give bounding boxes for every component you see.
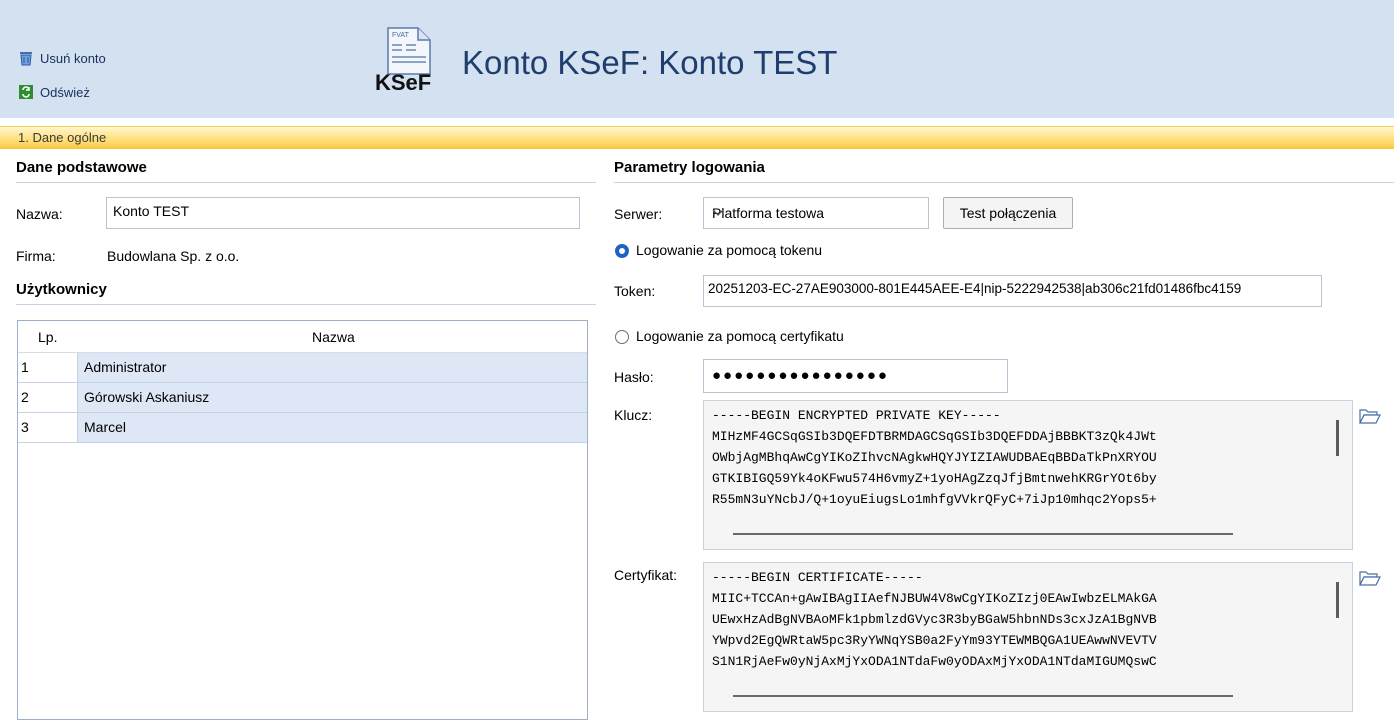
certificate-horizontal-scrollbar[interactable] [733,695,1233,697]
row-lp: 2 [18,383,78,412]
users-divider [16,304,596,305]
name-field[interactable]: Konto TEST [106,197,580,229]
row-name: Administrator [84,359,167,375]
password-field[interactable]: ●●●●●●●●●●●●●●●● [703,359,1008,393]
certificate-login-label[interactable]: Logowanie za pomocą certyfikatu [636,328,844,344]
open-folder-icon[interactable] [1359,406,1381,426]
server-label: Serwer: [614,206,663,222]
token-label: Token: [614,283,656,299]
login-params-heading: Parametry logowania [614,159,765,176]
row-lp: 3 [18,413,78,442]
company-value: Budowlana Sp. z o.o. [107,248,240,264]
test-connection-button[interactable]: Test połączenia [943,197,1073,229]
table-row[interactable]: 1 Administrator [18,353,587,383]
basic-data-heading: Dane podstawowe [16,159,147,176]
ksef-document-icon: FVAT KSeF [374,26,446,95]
header-bar: Usuń konto Odśwież FVAT KSeF Konto KSeF:… [0,0,1394,118]
delete-account-button[interactable]: Usuń konto [18,50,106,66]
company-label: Firma: [16,248,56,264]
column-lp[interactable]: Lp. [38,329,57,345]
certificate-text: -----BEGIN CERTIFICATE----- MIIC+TCCAn+g… [712,570,1157,669]
row-name: Górowski Askaniusz [84,389,210,405]
tab-bar: 1. Dane ogólne [0,126,1394,149]
refresh-button[interactable]: Odśwież [18,84,90,100]
users-table-header: Lp. Nazwa [18,321,587,353]
tab-general-data[interactable]: 1. Dane ogólne [18,130,106,145]
column-name[interactable]: Nazwa [312,329,355,345]
refresh-icon [18,84,34,100]
token-field[interactable]: 20251203-EC-27AE903000-801E445AEE-E4|nip… [703,275,1322,307]
users-table[interactable]: Lp. Nazwa 1 Administrator 2 Górowski Ask… [17,320,588,720]
row-lp: 1 [18,353,78,382]
svg-text:FVAT: FVAT [392,32,410,39]
certificate-vertical-scrollbar[interactable] [1336,582,1339,618]
certificate-textarea[interactable]: -----BEGIN CERTIFICATE----- MIIC+TCCAn+g… [703,562,1353,712]
server-select[interactable]: Platforma testowa [703,197,929,229]
key-vertical-scrollbar[interactable] [1336,420,1339,456]
certificate-login-radio[interactable] [615,330,629,344]
basic-data-divider [16,182,596,183]
table-row[interactable]: 2 Górowski Askaniusz [18,383,587,413]
trash-icon [18,50,34,66]
password-label: Hasło: [614,369,654,385]
row-name: Marcel [84,419,127,435]
key-horizontal-scrollbar[interactable] [733,533,1233,535]
users-heading: Użytkownicy [16,281,107,298]
key-textarea[interactable]: -----BEGIN ENCRYPTED PRIVATE KEY----- MI… [703,400,1353,550]
login-params-divider [614,182,1394,183]
key-text: -----BEGIN ENCRYPTED PRIVATE KEY----- MI… [712,408,1157,507]
name-label: Nazwa: [16,206,63,222]
svg-text:KSeF: KSeF [375,70,431,94]
refresh-label: Odśwież [40,84,90,100]
table-row[interactable]: 3 Marcel [18,413,587,443]
token-login-radio[interactable] [615,244,629,258]
certificate-label: Certyfikat: [614,567,678,583]
open-folder-icon[interactable] [1359,568,1381,588]
token-login-label[interactable]: Logowanie za pomocą tokenu [636,242,822,258]
page-title: Konto KSeF: Konto TEST [462,44,838,81]
chevron-down-icon [712,205,918,221]
delete-account-label: Usuń konto [40,50,106,66]
key-label: Klucz: [614,407,653,423]
